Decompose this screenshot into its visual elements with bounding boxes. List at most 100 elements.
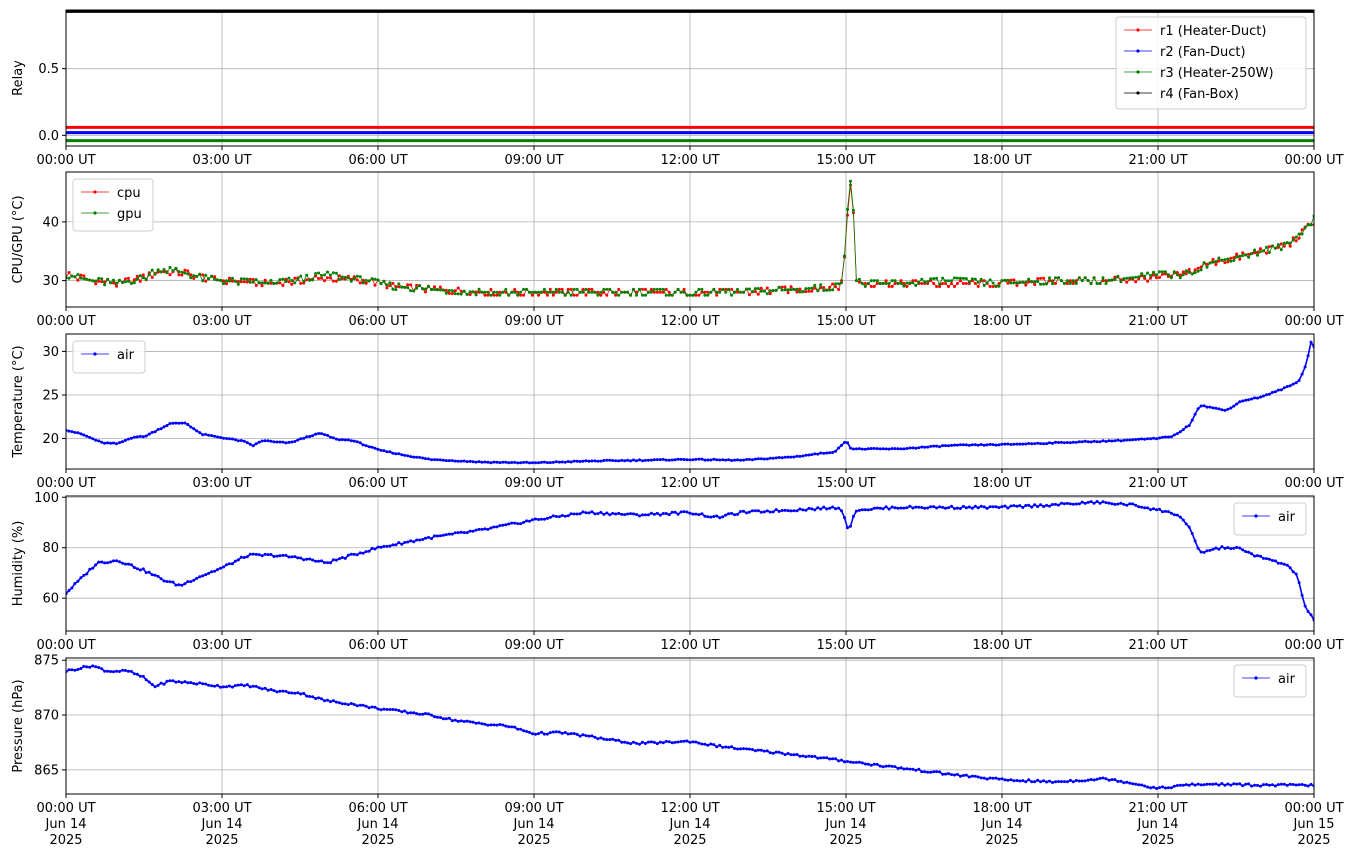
data-point <box>477 527 481 531</box>
data-point <box>1282 386 1286 390</box>
data-point <box>581 290 585 294</box>
y-tick-label: 80 <box>42 541 59 556</box>
data-point <box>1107 778 1111 782</box>
data-point <box>745 287 748 291</box>
data-point <box>721 287 725 291</box>
data-point <box>548 290 552 294</box>
data-point <box>970 443 974 447</box>
data-point <box>427 284 430 288</box>
data-point <box>204 432 208 436</box>
data-point <box>510 461 514 464</box>
data-point <box>1030 280 1034 284</box>
y-tick-label: 60 <box>42 592 59 607</box>
data-point <box>1178 783 1182 787</box>
data-point <box>694 290 698 294</box>
data-point <box>551 514 555 518</box>
data-point <box>1134 782 1138 786</box>
data-point <box>1125 780 1129 784</box>
data-point <box>1071 440 1075 444</box>
data-point <box>997 284 1001 288</box>
data-point <box>703 742 707 746</box>
data-point <box>435 458 439 462</box>
data-point <box>275 440 279 444</box>
data-point <box>854 279 858 283</box>
y-axis-label: Humidity (%) <box>11 521 26 607</box>
data-point <box>1155 276 1158 280</box>
data-point <box>961 504 965 508</box>
data-point <box>459 289 463 293</box>
data-point <box>195 682 199 686</box>
data-point <box>135 277 139 281</box>
data-point <box>896 447 900 451</box>
data-point <box>278 440 282 444</box>
data-point <box>486 293 490 297</box>
data-point <box>593 459 597 463</box>
x-tick-label: Jun 14 <box>357 817 399 832</box>
data-point <box>1095 440 1099 444</box>
data-point <box>1193 539 1197 543</box>
data-point <box>1059 440 1063 444</box>
data-point <box>373 283 377 287</box>
data-point <box>1071 282 1075 285</box>
data-point <box>189 580 193 584</box>
data-point <box>572 293 576 297</box>
data-point <box>1294 783 1298 787</box>
data-point <box>851 208 855 212</box>
data-point <box>991 505 995 509</box>
data-point <box>456 531 460 535</box>
data-point <box>1267 245 1271 249</box>
data-point <box>926 770 930 774</box>
data-point <box>798 287 802 291</box>
data-point <box>1267 557 1271 561</box>
data-point <box>697 287 701 291</box>
data-point <box>141 273 145 277</box>
data-point <box>1259 250 1262 254</box>
data-point <box>649 511 653 515</box>
data-point <box>70 274 74 278</box>
data-point <box>911 281 915 285</box>
data-point <box>352 277 356 281</box>
data-point <box>153 430 157 434</box>
data-point <box>379 282 383 286</box>
y-axis-label: Relay <box>11 60 26 96</box>
data-point <box>721 745 725 749</box>
data-point <box>79 667 83 670</box>
data-point <box>216 278 219 282</box>
data-point <box>685 293 689 297</box>
data-point <box>1178 430 1182 434</box>
x-tick-label: 09:00 UT <box>504 801 563 816</box>
data-point <box>700 287 704 291</box>
data-point <box>1205 265 1209 269</box>
data-point <box>430 458 433 462</box>
data-point <box>1265 783 1268 786</box>
data-point <box>204 273 208 277</box>
data-point <box>551 290 555 294</box>
data-point <box>150 430 154 434</box>
data-point <box>213 569 217 573</box>
data-point <box>132 278 136 282</box>
data-point <box>79 432 83 436</box>
data-point <box>1137 783 1141 787</box>
data-point <box>1223 783 1227 787</box>
data-point <box>1122 781 1126 785</box>
data-point <box>251 552 255 556</box>
data-point <box>138 568 142 572</box>
data-point <box>860 282 864 285</box>
data-point <box>537 290 540 294</box>
data-point <box>718 458 722 462</box>
data-point <box>869 763 873 767</box>
data-point <box>406 454 410 458</box>
data-point <box>1223 258 1227 262</box>
data-point <box>721 515 725 519</box>
data-point <box>884 764 888 768</box>
data-point <box>317 432 321 435</box>
data-point <box>730 511 734 515</box>
data-point <box>1021 442 1025 446</box>
data-point <box>254 552 258 556</box>
data-point <box>1190 532 1194 535</box>
data-point <box>646 290 650 294</box>
x-tick-label: Jun 14 <box>669 817 711 832</box>
data-point <box>1036 441 1040 445</box>
data-point <box>1226 407 1230 411</box>
data-point <box>82 433 86 437</box>
